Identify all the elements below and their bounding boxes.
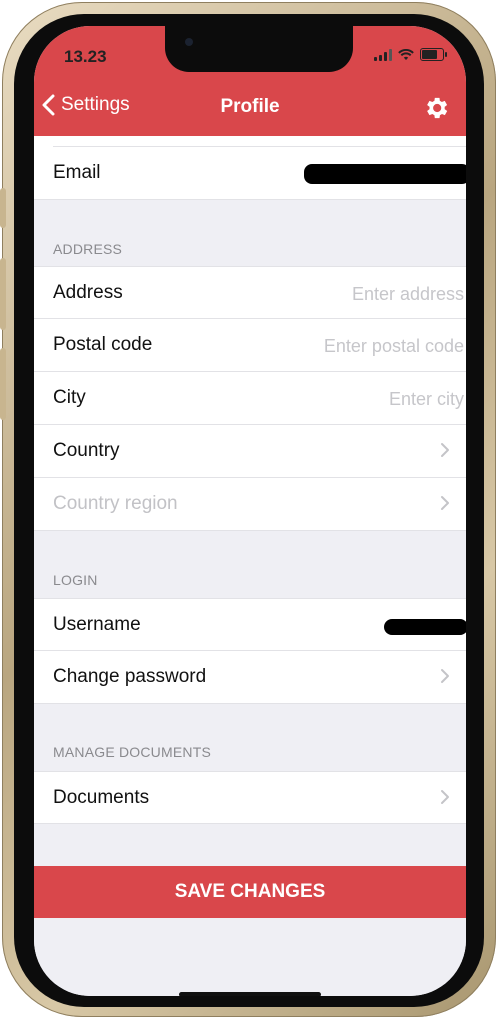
- email-row[interactable]: Email: [34, 136, 466, 200]
- wifi-icon: [398, 48, 414, 60]
- postal-code-input[interactable]: [242, 333, 466, 359]
- camera-icon: [185, 38, 193, 46]
- screen: 13.23 Settings Profile Email ADDRESS Add…: [34, 26, 466, 996]
- volume-down-button: [0, 348, 6, 420]
- documents-section-header: MANAGE DOCUMENTS: [53, 744, 211, 760]
- postal-code-label: Postal code: [53, 334, 153, 355]
- postal-code-row[interactable]: Postal code: [34, 319, 466, 372]
- username-value-redacted: [384, 619, 466, 635]
- username-label: Username: [53, 614, 141, 635]
- status-icons: [374, 48, 447, 61]
- save-changes-button[interactable]: SAVE CHANGES: [34, 866, 466, 918]
- change-password-label: Change password: [53, 666, 207, 687]
- chevron-right-icon: [441, 790, 449, 804]
- documents-label: Documents: [53, 787, 150, 808]
- address-input[interactable]: [262, 281, 466, 307]
- chevron-right-icon: [441, 496, 449, 510]
- documents-row[interactable]: Documents: [34, 771, 466, 824]
- address-row[interactable]: Address: [34, 266, 466, 319]
- bottom-area: [34, 918, 466, 996]
- divider: [53, 146, 466, 147]
- country-region-label: Country region: [53, 493, 178, 514]
- signal-icon: [374, 48, 392, 61]
- chevron-right-icon: [441, 669, 449, 683]
- country-region-row[interactable]: Country region: [34, 478, 466, 531]
- change-password-row[interactable]: Change password: [34, 651, 466, 704]
- mute-switch: [0, 188, 6, 228]
- volume-up-button: [0, 258, 6, 330]
- country-label: Country: [53, 440, 120, 461]
- navigation-bar: 13.23 Settings Profile: [34, 26, 466, 136]
- home-indicator[interactable]: [179, 992, 321, 996]
- address-label: Address: [53, 282, 123, 303]
- gear-icon[interactable]: [422, 94, 450, 122]
- status-time: 13.23: [64, 47, 107, 66]
- city-input[interactable]: [262, 386, 466, 412]
- login-section-header: LOGIN: [53, 572, 98, 588]
- email-value-redacted: [304, 164, 466, 184]
- page-title: Profile: [220, 96, 280, 117]
- chevron-right-icon: [441, 443, 449, 457]
- country-row[interactable]: Country: [34, 425, 466, 478]
- notch: [165, 26, 353, 72]
- address-section-header: ADDRESS: [53, 241, 123, 257]
- city-label: City: [53, 387, 86, 408]
- email-label: Email: [53, 162, 101, 183]
- username-row[interactable]: Username: [34, 598, 466, 651]
- battery-icon: [420, 48, 447, 61]
- city-row[interactable]: City: [34, 372, 466, 425]
